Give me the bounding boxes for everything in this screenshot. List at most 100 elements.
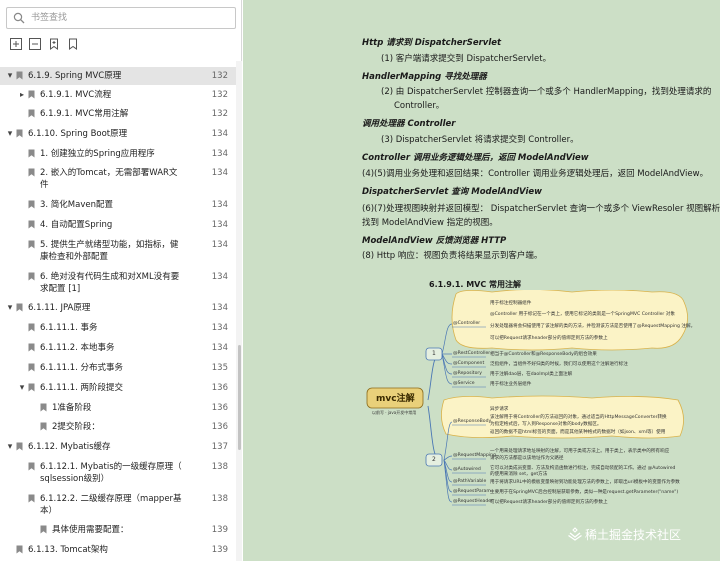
outline-item[interactable]: 6. 绝对没有代码生成和对XML没有要 求配置 [1] 134 [0,268,236,296]
outline-item-label: 6.1.9.1. MVC流程 [40,90,112,100]
outline-item[interactable]: ▾ 6.1.11.1. 两阶段提交 136 [0,379,236,397]
outline-item-label: 6.1.11.1. 分布式事务 [40,363,124,373]
node-requestparam: @RequestParam [453,489,491,494]
node-component: @Component [453,361,485,366]
outline-item-page: 138 [211,494,228,504]
outline-item[interactable]: ▾ 6.1.12. Mybatis缓存 137 [0,438,236,456]
outline-item[interactable]: 4. 自动配置Spring 134 [0,216,236,234]
watermark-text: 稀土掘金技术社区 [585,528,682,542]
heading-return-modelandview: Controller 调用业务逻辑处理后，返回 ModelAndView [362,153,589,163]
outline-item[interactable]: ▾ 6.1.10. Spring Boot原理 134 [0,125,236,143]
mvc-annotation-mindmap: mvc注解 以前写 · java开发中常用 1 2 @Controller 用于… [362,290,695,533]
expand-arrow-down-icon[interactable]: ▾ [6,304,14,313]
bookmark-icon [40,422,47,431]
bookmark-icon [40,403,47,412]
outline-item-label: 6.1.13. Tomcat架构 [28,545,108,555]
step-1-text: (1) 客户端请求提交到 DispatcherServlet。 [381,54,552,64]
bookmark-icon [16,129,23,138]
outline-item[interactable]: 6.1.12.1. Mybatis的一级缓存原理（ sqlsession级别） 13… [0,458,236,486]
section-title-mvc-annotations: 6.1.9.1. MVC 常用注解 [429,280,522,289]
outline-item-label: 6.1.11.2. 本地事务 [40,343,115,353]
responsebody-note-1: 该注解用于将Controller的方法返回的对象，通过适当的HttpMessag… [490,415,667,420]
sidebar-scrollbar-thumb[interactable] [238,345,241,450]
outline-item[interactable]: ▾ 6.1.11. JPA原理 134 [0,299,236,317]
bookmark-icon [28,363,35,372]
node-autowired: @Autowired [453,467,481,472]
outline-item[interactable]: ▾ 6.1.9. Spring MVC原理 132 [0,67,236,85]
outline-item[interactable]: 5. 提供生产就绪型功能，如指标，健 康检查和外部配置 134 [0,236,236,264]
outline-item-label: 6.1.12. Mybatis缓存 [28,442,111,452]
bookmark-icon [28,149,35,158]
bookmark-icon [28,272,35,281]
outline-item-page: 136 [211,383,228,393]
outline-item-page: 134 [211,343,228,353]
bookmark-icon [16,442,23,451]
expand-arrow-right-icon[interactable]: ▸ [18,91,26,99]
node-responsebody: @ResponseBody [453,419,492,424]
outline-item-page: 136 [211,403,228,413]
outline-item[interactable]: 6.1.12.2. 二级缓存原理（mapper基 本） 138 [0,490,236,518]
outline-item-label: 6.1.9. Spring MVC原理 [28,71,122,81]
expand-arrow-down-icon[interactable]: ▾ [18,384,26,393]
expand-arrow-down-icon[interactable]: ▾ [6,72,14,81]
expand-all-icon[interactable] [10,38,22,50]
outline-item[interactable]: 6.1.11.1. 分布式事务 135 [0,359,236,377]
collapse-all-icon[interactable] [29,38,41,50]
heading-handler-mapping: HandlerMapping 寻找处理器 [362,72,487,82]
bookmark-icon [28,323,35,332]
bookmark-icon [28,462,35,471]
bookmark-sidebar: ▾ 6.1.9. Spring MVC原理 132 ▸ 6.1.9.1. MVC流程 13… [0,0,242,561]
outline-item[interactable]: 6.1.11.1. 事务 134 [0,319,236,337]
bookmark-icon [16,303,23,312]
outline-item[interactable]: ▸ 6.1.9.1. MVC流程 132 [0,86,236,104]
bookmark-icon [28,494,35,503]
heading-http-response: ModelAndView 反馈浏览器 HTTP [362,236,507,246]
outline-item[interactable]: 6.1.11.2. 本地事务 134 [0,339,236,357]
outline-item[interactable]: 2提交阶段： 136 [0,418,236,436]
requestmapping-note-1: 请求的方法都是以该地址作为父路径 [490,456,564,461]
outline-item-page: 137 [211,442,228,452]
bookmark-toolbar [8,38,118,52]
outline-item-page: 139 [211,545,228,555]
bookmark-tree: ▾ 6.1.9. Spring MVC原理 132 ▸ 6.1.9.1. MVC流程 13… [0,61,242,561]
bookmark-search-box[interactable] [6,7,236,29]
search-icon [13,12,25,24]
expand-arrow-down-icon[interactable]: ▾ [6,443,14,452]
note-restcontroller: 相当于@Controller和@ResponseBody的组合效果 [490,352,597,357]
step-2-text: (2) 由 DispatcherServlet 控制器查询一个或多个 Handl… [381,87,712,97]
outline-item-page: 135 [211,363,228,373]
mindmap-group-2: 2 [432,456,436,463]
outline-item-page: 134 [211,272,228,282]
add-bookmark-icon[interactable] [48,38,60,50]
expand-arrow-down-icon[interactable]: ▾ [6,130,14,139]
search-input[interactable] [31,10,231,26]
outline-item[interactable]: 2. 嵌入的Tomcat，无需部署WAR文件 134 [0,164,236,192]
bookmark-icon[interactable] [67,38,79,50]
sidebar-scrollbar[interactable] [236,61,242,561]
outline-item[interactable]: 1准备阶段 136 [0,399,236,417]
heading-http-request: Http 请求到 DispatcherServlet [362,38,502,48]
node-controller: @Controller [453,321,481,326]
outline-item[interactable]: 6.1.9.1. MVC常用注解 132 [0,105,236,123]
outline-item-label: 6.1.10. Spring Boot原理 [28,129,128,139]
bookmark-icon [28,200,35,209]
note-requestheader: 可以把Request请求header部分的值绑定到方法的参数上 [490,500,608,505]
outline-item[interactable]: 1. 创建独立的Spring应用程序 134 [0,145,236,163]
outline-item-page: 132 [211,109,228,119]
bookmark-icon [28,90,35,99]
outline-item[interactable]: 3. 简化Maven配置 134 [0,196,236,214]
outline-item[interactable]: 具体使用需要配置： 139 [0,521,236,539]
step-6-7-text-cont: 找到 ModelAndView 指定的视图。 [362,218,498,228]
note-component: 泛指组件，当组件不好归类的时候，我们可以使用这个注解进行标注 [490,362,628,367]
outline-item-label: 2. 嵌入的Tomcat，无需部署WAR文 [40,168,178,178]
outline-item-label-cont: 件 [40,180,49,190]
step-4-5-text: (4)(5)调用业务处理和返回结果：Controller 调用业务逻辑处理后，返… [362,169,709,179]
outline-item-label: 5. 提供生产就绪型功能，如指标，健 [40,240,179,250]
outline-item-page: 134 [211,220,228,230]
outline-item[interactable]: 6.1.13. Tomcat架构 139 [0,541,236,559]
controller-note-1: @Controller 用于标记在一个类上，使用它标记的类就是一个SpringM… [490,312,675,317]
step-3-text: (3) DispatcherServlet 将请求提交到 Controller。 [381,135,579,145]
outline-item-page: 134 [211,303,228,313]
note-requestparam: 主要用于在SpringMVC后台控制层获取参数，类似一种是request.get… [490,490,679,495]
outline-item-page: 134 [211,168,228,178]
